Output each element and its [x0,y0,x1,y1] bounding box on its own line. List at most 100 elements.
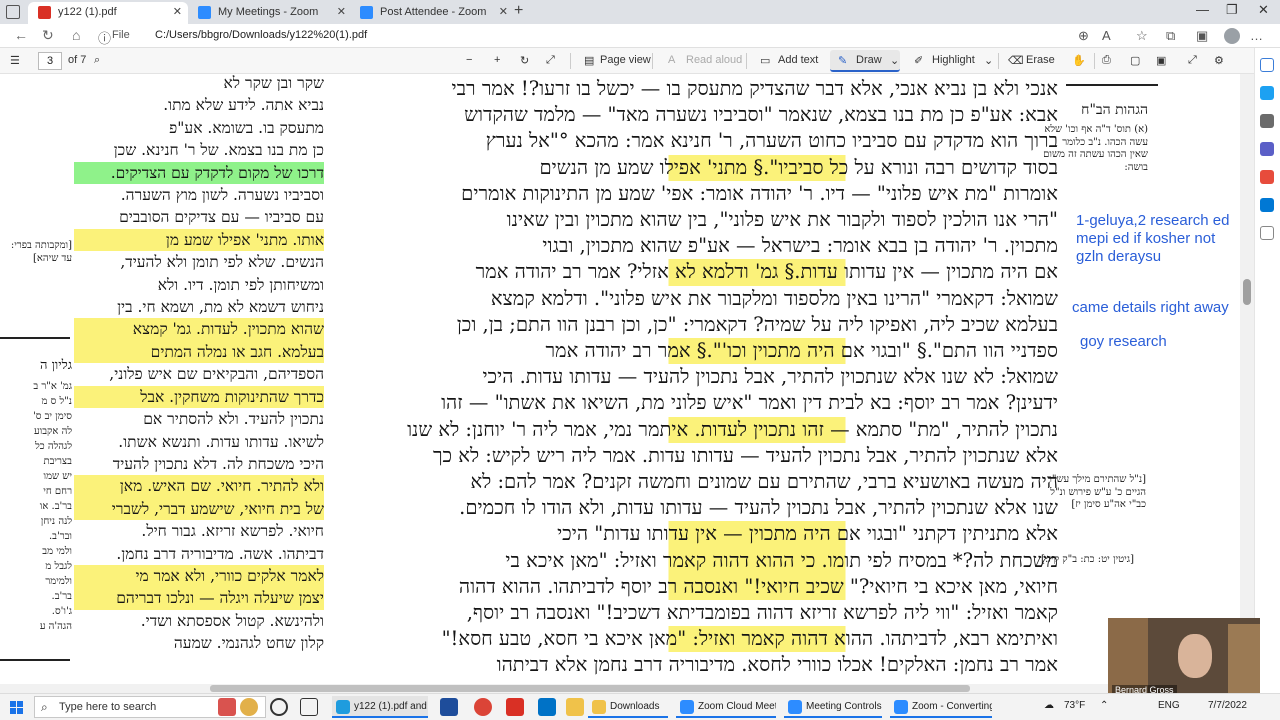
add-text-icon: ▭ [760,55,771,67]
annotation-note[interactable]: goy research [1080,333,1200,351]
news-icon[interactable] [218,698,236,716]
more-icon[interactable]: … [1250,28,1263,43]
home-icon[interactable]: ⌂ [72,27,80,43]
text-line: הגה'ה ע [39,621,72,632]
text-line: קלון שחט לגהנמי. שמעה [173,634,324,653]
left-margin-notes: גמ' א"ר ב נ"ל ס מ סימן יב ס' לה אקבוע לגהלה … [0,379,72,634]
zoom-out-icon[interactable]: − [466,54,472,66]
pdf-document[interactable]: [ומקבותה בפרי: עד שיהא] גליון ה גמ' א"ר … [0,74,1240,684]
fit-page-icon[interactable]: ⤢ [546,54,555,67]
taskbar: ⌕ Type here to search y122 (1).pdf and 2… [0,693,1280,720]
taskbar-edge[interactable]: y122 (1).pdf and 2 ... [332,696,428,718]
url-field[interactable]: C:/Users/bbgro/Downloads/y122%20(1).pdf [155,29,367,41]
language[interactable]: ENG [1158,700,1180,711]
read-aloud-button[interactable]: Read aloud [686,54,742,66]
tab-post-attendee[interactable]: Post Attendee - Zoom ✕ [350,2,514,24]
avatar[interactable] [1224,28,1240,44]
tray-arrow-icon[interactable]: ⌃ [1100,700,1108,711]
taskbar-zoom-converting[interactable]: Zoom - Converting... [890,696,992,718]
page-number-input[interactable]: 3 [38,52,62,70]
add-icon[interactable] [1260,226,1274,240]
page-view-button[interactable]: Page view [600,54,651,66]
touch-write-icon[interactable]: ✋ [1072,54,1086,67]
text-line: הגיים כ' ע"ש פירוש ונ"ל [1050,486,1146,498]
date[interactable]: 7/7/2022 [1208,700,1247,711]
text-line: משכחת לה?* במסיח לפי תומו. כי ההוא דהוה … [350,547,1058,574]
erase-button[interactable]: Erase [1026,54,1055,66]
chrome-icon[interactable] [474,698,492,716]
cookie-icon[interactable] [240,698,258,716]
taskbar-zoom-cloud[interactable]: Zoom Cloud Meeti... [676,696,776,718]
back-icon[interactable]: ← [14,27,28,43]
text-line: דרכו של מקום לדקדק עם הצדיקים. [74,161,324,185]
zoom-icon[interactable]: ⊕ [1078,28,1089,44]
scroll-thumb[interactable] [1243,279,1251,305]
window-menu-icon[interactable] [6,5,20,19]
close-icon[interactable]: ✕ [499,2,508,22]
pdf-icon[interactable] [506,698,524,716]
tab-pdf[interactable]: y122 (1).pdf ✕ [28,2,188,24]
search-icon[interactable] [1260,58,1274,72]
outlook-icon[interactable] [1260,198,1274,212]
weather-icon[interactable]: ☁ [1044,700,1054,711]
read-mode-icon[interactable]: A [1102,28,1111,43]
close-icon[interactable]: ✕ [337,2,346,22]
windows-start-icon[interactable] [10,701,24,715]
zoom-self-view[interactable]: Bernard Gross [1108,618,1260,698]
task-view-icon[interactable] [300,698,318,716]
office-icon[interactable] [1260,170,1274,184]
vertical-scrollbar[interactable] [1240,74,1254,684]
edge-icon [336,700,350,714]
new-tab-button[interactable]: + [514,2,523,20]
collections-icon[interactable]: ▣ [1196,28,1208,44]
text-line: בסוד קדושים רבה ונורא על כל סביביו".§ מת… [350,154,1058,181]
text-line: הנשים. שלא לפי תומן ולא להעיד, [120,253,324,272]
folder-icon[interactable] [566,698,584,716]
add-text-button[interactable]: Add text [778,54,818,66]
zoom-in-icon[interactable]: + [494,54,500,66]
shopping-icon[interactable] [1260,86,1274,100]
tools-icon[interactable] [1260,114,1274,128]
windows-icon[interactable] [440,698,458,716]
draw-button[interactable]: Draw [856,54,882,66]
save-icon[interactable]: ▢ [1130,54,1140,67]
taskbar-downloads[interactable]: Downloads [588,696,668,718]
print-icon[interactable]: ⎙ [1102,54,1111,67]
chevron-down-icon[interactable]: ⌄ [984,54,993,67]
maximize-icon[interactable]: ❐ [1226,2,1238,18]
close-window-icon[interactable]: ✕ [1258,2,1269,18]
draw-icon: ✎ [838,55,848,67]
annotation-note[interactable]: came details right away [1072,299,1240,317]
highlight-icon: ✐ [914,55,924,67]
fullscreen-icon[interactable]: ⤢ [1188,54,1197,67]
games-icon[interactable] [1260,142,1274,156]
close-icon[interactable]: ✕ [173,2,182,22]
chevron-down-icon[interactable]: ⌄ [890,54,899,67]
contents-icon[interactable]: ☰ [10,54,20,67]
favorite-icon[interactable]: ☆ [1136,28,1148,44]
taskbar-label: y122 (1).pdf and 2 ... [354,701,428,712]
text-line: לשיאו. עדותו עדות. ותנשא אשתו. [118,432,324,451]
hagahot-notes: (א) תוס' ד"ה אף וכו' שלא עשה הכהו. נ"ב כל… [1030,124,1148,174]
text-line: ניחוש דשמא לא מת, ושמא חי. בין [117,298,324,317]
extensions-icon[interactable]: ⧉ [1166,28,1175,44]
minimize-icon[interactable]: — [1196,2,1209,17]
mail-icon[interactable] [538,698,556,716]
text-line: כן מת בנו בצמא. של ר' חנינא. שכן [113,141,324,160]
gear-icon[interactable]: ⚙ [1214,54,1224,67]
refresh-icon[interactable]: ↻ [42,27,54,44]
info-icon[interactable]: ⓘ [98,28,111,47]
highlight-button[interactable]: Highlight [932,54,975,66]
cortana-icon[interactable] [270,698,288,716]
scroll-thumb[interactable] [210,685,970,692]
save-as-icon[interactable]: ▣ [1156,54,1166,67]
rotate-icon[interactable]: ↻ [520,54,529,67]
divider [0,337,70,339]
text-line: ומשיחותן לפי תומן. דיו. ולא [157,275,324,294]
search-icon[interactable]: ⌕ [94,54,100,67]
tab-my-meetings[interactable]: My Meetings - Zoom ✕ [188,2,352,24]
annotation-note[interactable]: 1-geluya,2 research ed mepi ed if kosher… [1076,212,1236,266]
horizontal-scrollbar[interactable] [0,684,1254,693]
taskbar-meeting-controls[interactable]: Meeting Controls [784,696,882,718]
temperature[interactable]: 73°F [1064,700,1085,711]
